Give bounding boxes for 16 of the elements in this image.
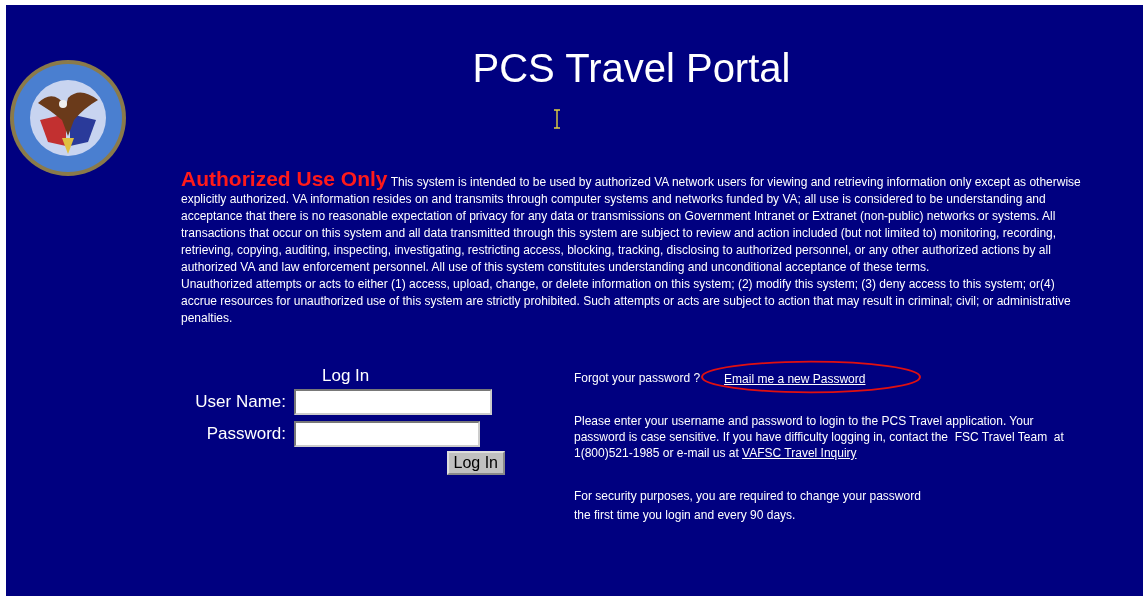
notice-text: Authorized Use Only This system is intended to be used by authorized VA network users for viewing and retrieving information only except as otherwise explicitly authorized. VA information resides on and transmits through computer systems and networks funded by VA; all use is considered to be understanding and acceptance that there is no reasonable expectation of privacy for any data or transmissions on Government Intranet or Extranet (non-public) networks or systems. All transactions that occur on this system and all data transmitted through this system are subject to review and action included (but not limited to) monitoring, recording, retrieving, copying, auditing, inspecting, investigating, restricting access, blocking, tracking, disclosing to authorized personnel, or any other authorized actions by all authorized VA and law enforcement personnel. All use of this system constitutes understanding and unconditional acceptance of these terms. bbox=[181, 170, 1082, 276]
forgot-label: Forgot your password ? bbox=[574, 370, 701, 386]
page-title: PCS Travel Portal bbox=[472, 45, 791, 91]
login-heading: Log In bbox=[322, 365, 370, 387]
field-label: User Name: bbox=[194, 392, 286, 412]
security-text: For security purposes, you are required to change your password bbox=[574, 488, 922, 505]
security-text: the first time you login and every 90 days. bbox=[574, 507, 797, 524]
contact-link[interactable]: VAFSC Travel Inquiry bbox=[742, 446, 857, 460]
input-field[interactable] bbox=[294, 421, 480, 447]
field-label: Password: bbox=[205, 424, 286, 444]
login-button[interactable]: Log In bbox=[446, 451, 505, 475]
seal-icon bbox=[8, 58, 128, 178]
text-cursor-icon bbox=[552, 109, 561, 129]
instructions-text: Please enter your username and password to login to the PCS Travel application. Your password is case sensitive. If you have difficulty logging in, contact the FSC Travel Team at 1(800)521-1985 or e-mail us at VAFSC Travel Inquiry bbox=[574, 413, 1065, 461]
notice-text: Unauthorized attempts or acts to either (1) access, upload, change, or delete information on this system; (2) modify this system; (3) deny access to this system; or(4) accrue resources for unauthorized use of this system are strictly prohibited. Such attempts or acts are subject to action that may result in criminal; civil; or administrative penalties. bbox=[181, 276, 1072, 327]
input-field[interactable] bbox=[294, 389, 492, 415]
